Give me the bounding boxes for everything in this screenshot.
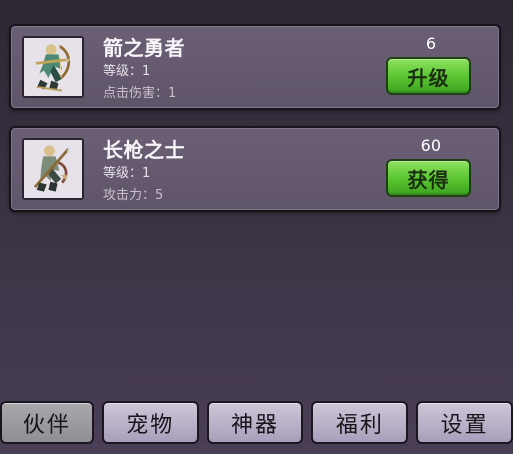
spearman-portrait-icon xyxy=(24,140,82,198)
upgrade-cost: 6 xyxy=(425,34,437,53)
companion-card-archer: 箭之勇者 等级：1 点击伤害：1 6 升级 xyxy=(9,24,501,110)
tab-pets[interactable]: 宠物 xyxy=(101,401,199,444)
spearman-portrait xyxy=(22,138,84,200)
tab-settings[interactable]: 设置 xyxy=(416,401,513,444)
tab-benefits[interactable]: 福利 xyxy=(311,401,409,444)
upgrade-button[interactable]: 升级 xyxy=(386,57,471,95)
tab-companions[interactable]: 伙伴 xyxy=(0,401,94,444)
archer-portrait xyxy=(22,36,84,98)
bottom-tab-bar: 伙伴 宠物 神器 福利 设置 xyxy=(0,390,513,454)
companion-name: 箭之勇者 xyxy=(103,36,185,60)
tab-artifacts[interactable]: 神器 xyxy=(206,401,304,444)
companion-stat: 点击伤害：1 xyxy=(103,86,177,101)
companion-level: 等级：1 xyxy=(103,64,151,79)
game-screen: 箭之勇者 等级：1 点击伤害：1 6 升级 长枪之士 等级：1 攻击力：5 60… xyxy=(0,0,513,454)
companion-level: 等级：1 xyxy=(103,166,151,181)
companion-name: 长枪之士 xyxy=(103,138,185,162)
archer-portrait-icon xyxy=(24,38,82,96)
companion-card-spearman: 长枪之士 等级：1 攻击力：5 60 获得 xyxy=(9,126,501,212)
acquire-cost: 60 xyxy=(420,136,441,155)
acquire-button[interactable]: 获得 xyxy=(386,159,471,197)
companion-stat: 攻击力：5 xyxy=(103,188,164,203)
